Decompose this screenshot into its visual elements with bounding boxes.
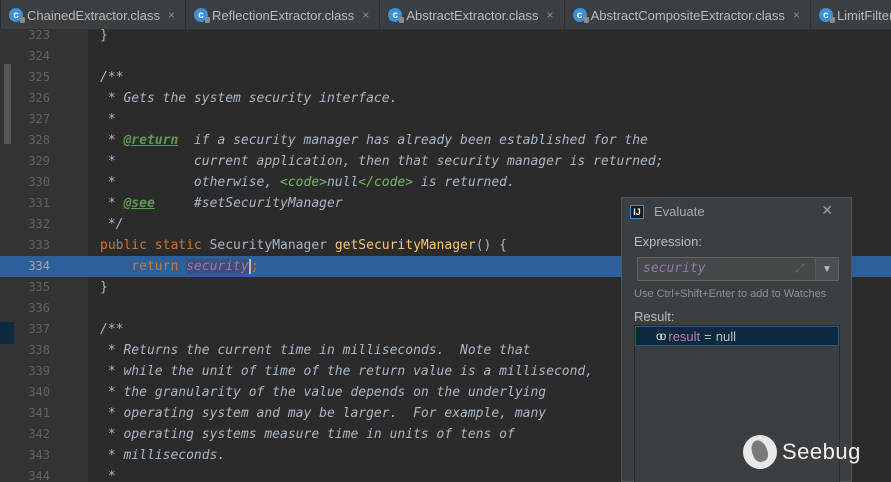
line-number: 344 — [28, 469, 50, 482]
line-number: 343 — [28, 448, 50, 462]
close-icon[interactable]: × — [793, 8, 800, 22]
line-number: 323 — [28, 28, 50, 42]
class-icon: c — [9, 8, 25, 23]
line-number: 341 — [28, 406, 50, 420]
line-number: 338 — [28, 343, 50, 357]
line-number: 342 — [28, 427, 50, 441]
doc-comment: * otherwise, <code>null</code> is return… — [100, 175, 515, 190]
expression-label: Expression: — [634, 234, 702, 249]
watches-hint: Use Ctrl+Shift+Enter to add to Watches — [634, 288, 827, 300]
tab-label: ChainedExtractor.class — [27, 7, 160, 23]
code-line: 326 * Gets the system security interface… — [0, 88, 891, 109]
class-icon: c — [388, 8, 405, 23]
doc-comment: * operating system and may be larger. Fo… — [100, 406, 547, 421]
line-number: 332 — [28, 217, 50, 231]
line-number: 334 — [28, 259, 50, 273]
close-icon[interactable]: × — [362, 8, 369, 22]
class-icon: c — [818, 8, 835, 23]
doc-comment: * — [100, 112, 116, 127]
line-number: 329 — [28, 154, 50, 168]
doc-comment: */ — [100, 217, 124, 232]
result-row[interactable]: oo result = null — [635, 326, 839, 346]
seebug-watermark: Seebug — [743, 435, 861, 469]
dialog-title: Evaluate — [654, 204, 705, 219]
tab-label: ReflectionExtractor.class — [211, 7, 355, 23]
doc-comment: * the granularity of the value depends o… — [100, 385, 547, 400]
expression-input[interactable]: security — [638, 258, 816, 280]
doc-comment: * current application, then that securit… — [100, 154, 664, 169]
intellij-logo-icon: IJ — [630, 204, 644, 219]
line-number: 330 — [28, 175, 50, 189]
line-number: 333 — [28, 238, 50, 252]
line-number: 327 — [28, 112, 50, 126]
line-number: 326 — [28, 91, 50, 105]
result-label: Result: — [634, 309, 675, 324]
doc-comment: * Gets the system security interface. — [100, 91, 398, 106]
tab-label: LimitFilter — [836, 7, 891, 23]
line-number: 324 — [28, 49, 50, 63]
method-signature: public static SecurityManager getSecurit… — [100, 238, 508, 253]
line-number: 336 — [28, 301, 50, 315]
close-icon[interactable]: ✕ — [821, 202, 833, 219]
result-equals: = — [704, 328, 712, 344]
doc-comment: * milliseconds. — [100, 448, 226, 463]
doc-comment: * @see #setSecurityManager — [100, 196, 343, 211]
doc-comment: * @return if a security manager has alre… — [100, 133, 648, 148]
tab-label: AbstractCompositeExtractor.class — [590, 7, 785, 23]
doc-comment: * operating systems measure time in unit… — [100, 427, 515, 442]
seebug-logo-icon — [743, 435, 777, 469]
line-number: 340 — [28, 385, 50, 399]
expression-field: security ⤢ ▼ — [637, 257, 839, 281]
line-number: 339 — [28, 364, 50, 378]
code-text: return security; — [100, 259, 259, 274]
doc-comment: * while the unit of time of the return v… — [100, 364, 594, 379]
doc-comment: /** — [100, 322, 124, 337]
tab-label: AbstractExtractor.class — [406, 7, 539, 23]
code-text: } — [100, 28, 108, 43]
code-line: 328 * @return if a security manager has … — [0, 130, 891, 151]
chevron-down-icon: ▼ — [822, 263, 832, 275]
close-icon[interactable]: × — [547, 8, 554, 22]
dialog-header[interactable]: IJ Evaluate — [622, 198, 851, 225]
javadoc-tag[interactable]: @return — [123, 133, 178, 148]
class-icon: c — [572, 8, 589, 23]
code-line: 323 } — [0, 25, 891, 46]
line-number: 335 — [28, 280, 50, 294]
doc-comment: * — [100, 469, 116, 482]
code-line: 324 — [0, 46, 891, 67]
expand-icon[interactable]: ⤢ — [795, 261, 805, 276]
code-line: 327 * — [0, 109, 891, 130]
history-dropdown-button[interactable]: ▼ — [815, 258, 838, 280]
close-icon[interactable]: × — [168, 8, 175, 22]
code-line: 330 * otherwise, <code>null</code> is re… — [0, 172, 891, 193]
method-name[interactable]: getSecurityManager — [335, 238, 476, 253]
class-icon: c — [193, 8, 210, 23]
watch-glasses-icon: oo — [656, 329, 667, 343]
line-number: 325 — [28, 70, 50, 84]
field-reference[interactable]: security — [186, 259, 249, 274]
line-number: 328 — [28, 133, 50, 147]
line-number: 331 — [28, 196, 50, 210]
watermark-text: Seebug — [782, 439, 861, 464]
result-value: null — [715, 328, 736, 344]
code-text: } — [100, 280, 108, 295]
code-line: 325 /** — [0, 67, 891, 88]
code-line: 329 * current application, then that sec… — [0, 151, 891, 172]
result-name: result — [668, 328, 701, 344]
doc-comment: * Returns the current time in millisecon… — [100, 343, 531, 358]
line-number: 337 — [28, 322, 50, 336]
doc-comment: /** — [100, 70, 124, 85]
javadoc-tag[interactable]: @see — [123, 196, 154, 211]
